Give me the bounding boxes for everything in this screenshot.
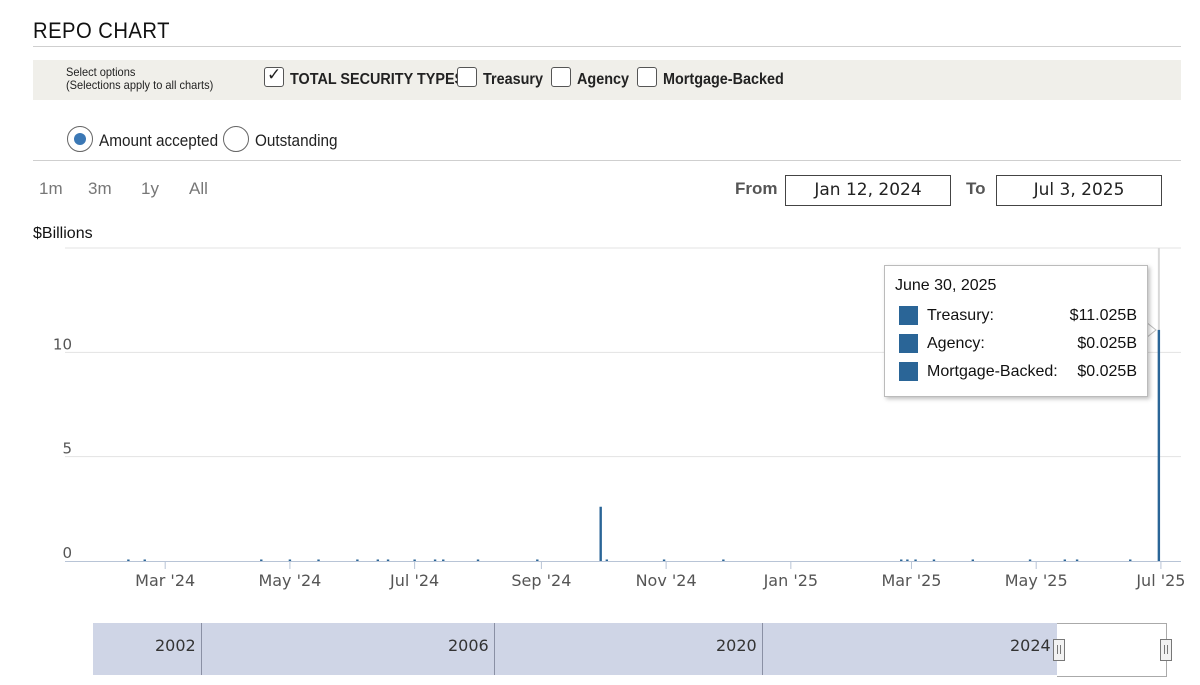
bar: [932, 559, 936, 561]
navigator-label: 2024: [1010, 636, 1051, 655]
tooltip-row-agency: Agency: $0.025B: [899, 334, 1137, 354]
bar: [376, 559, 380, 561]
bar: [413, 559, 416, 561]
bar: [442, 559, 445, 561]
tooltip-series-name: Mortgage-Backed:: [927, 363, 1058, 380]
bar: [971, 559, 975, 561]
y-tick-label: 0: [62, 544, 72, 562]
tooltip-row-treasury: Treasury: $11.025B: [899, 306, 1137, 326]
bar: [1157, 329, 1161, 561]
chart-tooltip: June 30, 2025 Treasury: $11.025B Agency:…: [884, 265, 1148, 397]
tooltip-series-value: $0.025B: [1077, 363, 1137, 380]
range-navigator[interactable]: 2002 2006 2020 2024: [93, 623, 1057, 675]
tooltip-swatch: [899, 306, 918, 325]
bar: [1063, 559, 1067, 561]
bar: [143, 559, 146, 561]
bar: [317, 559, 320, 561]
tooltip-series-name: Agency:: [927, 335, 985, 352]
bar: [260, 559, 263, 561]
navigator-label: 2006: [448, 636, 489, 655]
navigator-divider: [762, 623, 763, 675]
tooltip-row-mortgage-backed: Mortgage-Backed: $0.025B: [899, 362, 1137, 382]
x-tick-label: Jul '24: [389, 571, 439, 590]
y-tick-label: 5: [62, 440, 72, 458]
x-tick-label: Jul '25: [1135, 571, 1185, 590]
bar: [914, 559, 917, 561]
bar: [288, 559, 292, 561]
tooltip-series-value: $11.025B: [1069, 307, 1137, 324]
tooltip-swatch: [899, 334, 918, 353]
bar: [356, 559, 359, 561]
tooltip-date: June 30, 2025: [895, 277, 997, 294]
navigator-divider: [201, 623, 202, 675]
bar: [433, 559, 437, 561]
bar: [1075, 559, 1079, 561]
bar: [1028, 559, 1032, 561]
y-tick-label: 10: [53, 335, 72, 353]
x-tick-label: Mar '24: [135, 571, 195, 590]
bar: [476, 559, 480, 561]
bar: [386, 559, 390, 561]
navigator-left-handle[interactable]: [1053, 639, 1065, 661]
x-tick-label: Jan '25: [763, 571, 819, 590]
bar: [605, 559, 609, 561]
bar: [662, 559, 666, 561]
tooltip-series-value: $0.025B: [1077, 335, 1137, 352]
bar: [722, 559, 725, 561]
bar: [127, 559, 130, 561]
x-tick-label: Sep '24: [511, 571, 571, 590]
navigator-right-handle[interactable]: [1160, 639, 1172, 661]
navigator-label: 2020: [716, 636, 757, 655]
x-tick-label: Nov '24: [636, 571, 697, 590]
x-tick-label: Mar '25: [881, 571, 941, 590]
x-tick-label: May '24: [258, 571, 321, 590]
navigator-selected-window[interactable]: [1057, 623, 1167, 677]
tooltip-swatch: [899, 362, 918, 381]
x-tick-label: May '25: [1005, 571, 1068, 590]
navigator-label: 2002: [155, 636, 196, 655]
bar: [1129, 559, 1132, 561]
navigator-divider: [494, 623, 495, 675]
bar: [900, 559, 903, 561]
bar: [536, 559, 539, 561]
bar: [906, 559, 909, 561]
tooltip-series-name: Treasury:: [927, 307, 994, 324]
bar: [599, 506, 602, 561]
